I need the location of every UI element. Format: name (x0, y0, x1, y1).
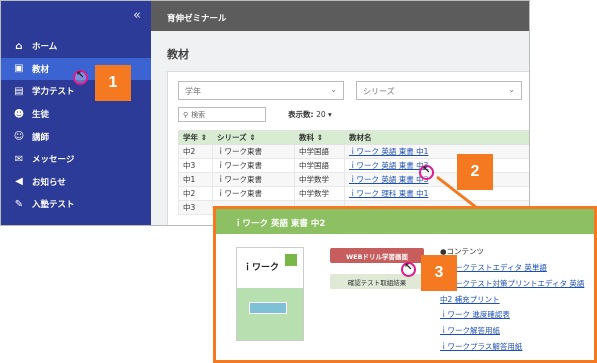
chevron-down-icon: ⌄ (330, 85, 337, 94)
material-link[interactable]: ｉワーク 英語 東書 中3 (349, 161, 428, 170)
sidebar-item-students[interactable]: ☻ 生徒 (1, 103, 151, 126)
cursor-pointer-icon (401, 262, 416, 277)
material-link[interactable]: ｉワーク 理科 東書 中1 (349, 189, 428, 198)
sidebar-item-teachers[interactable]: ☺ 講師 (1, 125, 151, 148)
page-size-value: 20 ▾ (316, 110, 332, 119)
step-badge-3: 3 (421, 255, 457, 291)
cell-subject: 中学国語 (294, 144, 345, 159)
cell-grade: 中2 (178, 186, 213, 201)
sidebar-item-label: ホーム (32, 42, 58, 53)
announce-icon: ◀ (15, 176, 23, 188)
book-icon: ▣ (14, 63, 24, 75)
home-icon: ⌂ (15, 40, 23, 52)
cell-subject: 中学数学 (294, 186, 345, 201)
column-header-grade[interactable]: 学年 ⇕ (178, 130, 213, 145)
column-header-subject[interactable]: 教科 ⇕ (294, 130, 345, 145)
cell-subject: 中学数学 (294, 172, 345, 187)
material-link[interactable]: ｉワーク 英語 東書 中3 (349, 175, 428, 184)
book-cover-window (249, 302, 287, 314)
cell-grade: 中1 (178, 172, 213, 187)
sidebar-item-home[interactable]: ⌂ ホーム (1, 35, 151, 58)
sidebar-item-label: 学力テスト (32, 87, 75, 98)
popup-title: ｉワーク 英語 東書 中2 (216, 209, 594, 234)
sidebar-item-announcements[interactable]: ◀ お知らせ (1, 171, 151, 194)
top-bar: 育伸ゼミナール (151, 1, 529, 31)
teachers-icon: ☺ (13, 131, 25, 143)
web-drill-button[interactable]: WEBドリル学習画面 (330, 248, 424, 263)
content-link[interactable]: ｉワーク解答用紙 (440, 325, 584, 341)
book-cover-title: ｉワーク (243, 263, 280, 273)
cell-material: ｉワーク 英語 東書 中1 (344, 144, 529, 159)
message-icon: ✉ (14, 153, 24, 165)
cursor-pointer-icon (73, 70, 88, 85)
content-link[interactable]: ｉワーク 進度確認表 (440, 309, 584, 325)
sidebar-item-entrance-test[interactable]: ✎ 入塾テスト (1, 193, 151, 216)
book-cover-art (237, 288, 303, 340)
series-select[interactable]: シリーズ ⌄ (356, 81, 522, 100)
page-title: 教材 (167, 48, 189, 61)
book-cover-image: ｉワーク (236, 247, 304, 341)
sidebar-item-label: メッセージ (32, 155, 75, 166)
cell-subject: 中学国語 (294, 158, 345, 173)
sidebar-item-label: 生徒 (32, 110, 50, 121)
step-badge-1: 1 (95, 65, 131, 101)
cell-grade: 中2 (178, 144, 213, 159)
page-size-label: 表示数: (288, 110, 314, 119)
sidebar: « ⌂ ホーム ▣ 教材 ▤ 学力テスト ☻ 生徒 ☺ 講師 ✉ メッセージ ◀ お知らせ ✎… (1, 1, 151, 225)
book-cover-mark (285, 254, 297, 266)
contents-heading: ●コンテンツ (440, 247, 485, 256)
cell-series: ｉワーク東書 (212, 172, 295, 187)
series-select-label: シリーズ (363, 87, 395, 96)
search-placeholder: 検索 (191, 111, 206, 119)
cursor-pointer-icon (419, 165, 434, 180)
collapse-sidebar-icon[interactable]: « (133, 8, 141, 23)
sidebar-item-label: お知らせ (32, 177, 66, 188)
content-link[interactable]: ｉワークテストエディタ 英単語 (440, 262, 584, 278)
column-header-series[interactable]: シリーズ ⇕ (212, 130, 295, 145)
cell-material: ｉワーク 英語 東書 中3 (344, 158, 529, 173)
cell-series: ｉワーク東書 (212, 144, 295, 159)
sidebar-item-label: 入塾テスト (32, 200, 75, 211)
page-size-selector[interactable]: 表示数: 20 ▾ (288, 109, 332, 120)
step-badge-2: 2 (457, 154, 493, 190)
cell-grade: 中3 (178, 200, 213, 215)
sidebar-item-label: 講師 (32, 132, 50, 143)
sidebar-nav: ⌂ ホーム ▣ 教材 ▤ 学力テスト ☻ 生徒 ☺ 講師 ✉ メッセージ ◀ お知らせ ✎ 入塾… (1, 35, 151, 216)
sidebar-item-label: 教材 (32, 64, 50, 75)
column-header-material: 教材名 (344, 130, 529, 145)
material-detail-popup: ｉワーク 英語 東書 中2 ｉワーク WEBドリル学習画面 確認テスト取組結果 … (213, 206, 597, 363)
content-link[interactable]: ｉワークプラス解答用紙 (440, 341, 584, 357)
content-link[interactable]: ｉワークテスト対策プリントエディタ 英語 (440, 278, 584, 294)
org-name: 育伸ゼミナール (167, 14, 227, 24)
test-icon: ▤ (14, 85, 24, 97)
content-link[interactable]: 中2 補充プリント (440, 294, 584, 310)
students-icon: ☻ (13, 108, 25, 120)
grade-select[interactable]: 学年 ⌄ (178, 81, 344, 100)
contents-list: ●コンテンツ ｉワークテストエディタ 英単語 ｉワークテスト対策プリントエディタ… (440, 246, 584, 357)
chevron-down-icon: ⌄ (508, 85, 515, 94)
entrance-test-icon: ✎ (14, 198, 24, 210)
material-link[interactable]: ｉワーク 英語 東書 中1 (349, 147, 428, 156)
cell-series: ｉワーク東書 (212, 158, 295, 173)
search-input[interactable]: ⚲ 検索 (178, 107, 266, 122)
table-header-row: 学年 ⇕ シリーズ ⇕ 教科 ⇕ 教材名 (178, 130, 529, 145)
sidebar-item-messages[interactable]: ✉ メッセージ (1, 148, 151, 171)
search-icon: ⚲ (183, 111, 189, 119)
cell-series: ｉワーク東書 (212, 186, 295, 201)
grade-select-label: 学年 (185, 87, 201, 96)
cell-grade: 中3 (178, 158, 213, 173)
